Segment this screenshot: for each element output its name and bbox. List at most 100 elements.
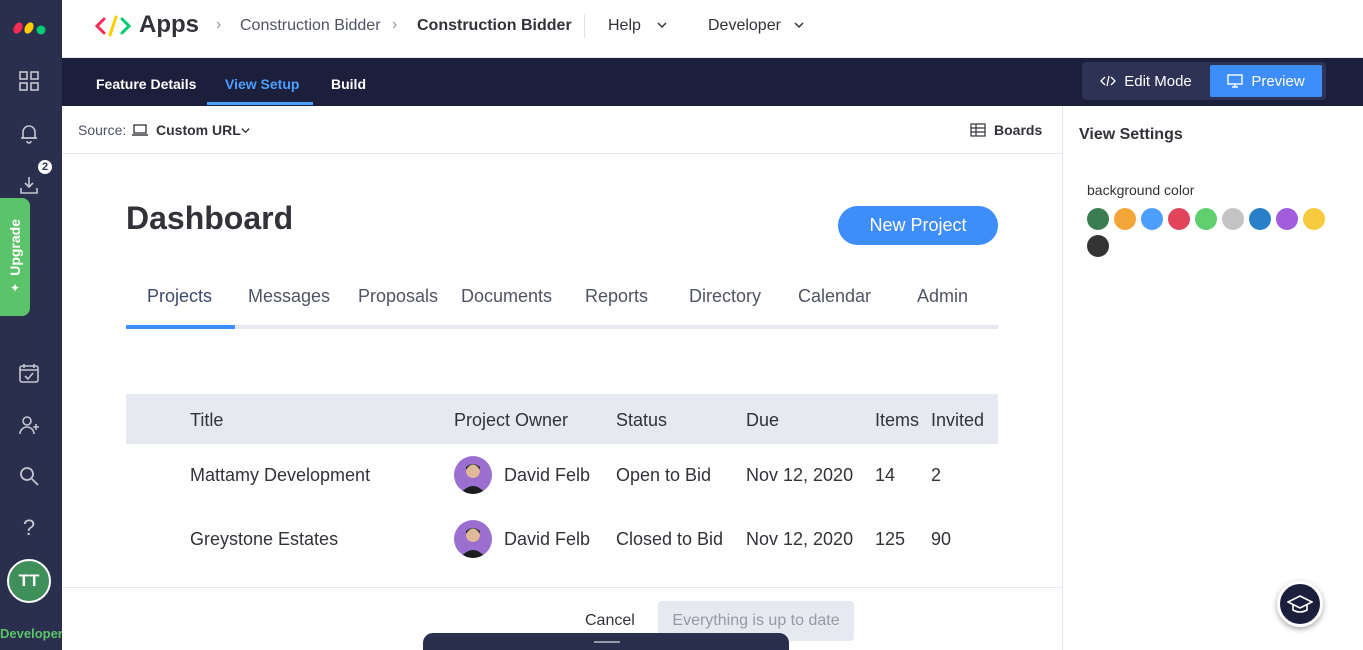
tab-projects[interactable]: Projects (147, 286, 212, 307)
breadcrumb-item[interactable]: Construction Bidder (240, 17, 381, 35)
column-header[interactable]: Title (190, 410, 223, 431)
left-rail: 2 Upgrade ✦ ? TT Developer (0, 0, 63, 650)
upgrade-label: Upgrade (7, 218, 23, 276)
tab-proposals[interactable]: Proposals (358, 286, 438, 307)
help-menu[interactable]: Help (608, 17, 641, 35)
tab-calendar[interactable]: Calendar (798, 286, 871, 307)
graduation-cap-icon (1287, 595, 1313, 613)
edit-mode-button[interactable]: Edit Mode (1086, 65, 1206, 97)
tab-admin[interactable]: Admin (917, 286, 968, 307)
color-swatch[interactable] (1087, 208, 1109, 230)
breadcrumb-chevron-icon: › (216, 16, 222, 33)
source-label: Source: (78, 122, 127, 138)
cell-due: Nov 12, 2020 (746, 465, 854, 485)
top-bar: Apps › Construction Bidder › Constructio… (62, 0, 1363, 58)
tab-messages[interactable]: Messages (248, 286, 330, 307)
owner-avatar (454, 520, 492, 558)
new-project-button[interactable]: New Project (838, 206, 998, 245)
column-header[interactable]: Items (875, 410, 919, 431)
color-swatch[interactable] (1303, 208, 1325, 230)
bottom-drawer-handle[interactable] (423, 633, 789, 650)
mode-toggle: Edit Mode Preview (1082, 62, 1326, 100)
apps-title[interactable]: Apps (139, 11, 199, 39)
column-header[interactable]: Invited (931, 410, 984, 431)
tab-directory[interactable]: Directory (689, 286, 761, 307)
cell-items: 14 (875, 465, 896, 485)
app-preview: Dashboard New Project Projects Messages … (62, 154, 1062, 587)
learn-button[interactable] (1277, 581, 1323, 627)
search-icon[interactable] (17, 464, 41, 488)
download-count-badge: 2 (37, 159, 53, 175)
apps-code-icon (94, 15, 132, 37)
tab-reports[interactable]: Reports (585, 286, 648, 307)
grid-icon[interactable] (17, 69, 41, 93)
cell-items: 125 (875, 529, 906, 549)
monday-logo[interactable] (12, 14, 48, 36)
tab-documents[interactable]: Documents (461, 286, 552, 307)
table-row[interactable]: Greystone Estates David Felb Closed to B… (126, 508, 998, 572)
view-settings-panel: View Settings background color (1062, 106, 1363, 650)
page-title: Dashboard (126, 200, 294, 236)
cell-title: Greystone Estates (190, 529, 339, 549)
developer-menu[interactable]: Developer (708, 17, 781, 35)
color-swatch[interactable] (1141, 208, 1163, 230)
user-avatar[interactable]: TT (7, 559, 51, 603)
tab-build[interactable]: Build (331, 76, 366, 92)
panel-title: View Settings (1079, 126, 1183, 143)
cell-status: Closed to Bid (616, 529, 724, 549)
background-color-label: background color (1087, 182, 1195, 198)
feature-tab-bar: Feature Details View Setup Build Edit Mo… (62, 58, 1363, 106)
help-icon[interactable]: ? (17, 515, 41, 540)
drag-handle[interactable] (594, 641, 620, 643)
sparkle-icon: ✦ (9, 281, 21, 296)
color-swatch[interactable] (1195, 208, 1217, 230)
calendar-check-icon[interactable] (17, 361, 41, 385)
table-header: Title Project Owner Status Due Items Inv… (126, 394, 998, 444)
color-swatch[interactable] (1114, 208, 1136, 230)
bell-icon[interactable] (17, 121, 41, 145)
column-header[interactable]: Status (616, 410, 667, 431)
chevron-down-icon[interactable] (793, 19, 805, 31)
edit-mode-label: Edit Mode (1124, 72, 1192, 90)
footer-bar: Cancel Everything is up to date (62, 587, 1062, 650)
cell-owner: David Felb (504, 529, 591, 549)
add-person-icon[interactable] (17, 413, 41, 437)
table-icon (970, 123, 986, 137)
preview-label: Preview (1251, 72, 1305, 90)
owner-avatar (454, 456, 492, 494)
column-header[interactable]: Project Owner (454, 410, 568, 431)
chevron-down-icon[interactable] (240, 125, 251, 136)
tab-view-setup[interactable]: View Setup (225, 76, 299, 92)
color-swatch[interactable] (1249, 208, 1271, 230)
cell-owner: David Felb (504, 465, 591, 485)
table-row[interactable]: Mattamy Development David Felb Open to B… (126, 444, 998, 508)
source-bar: Source: Custom URL Boards (62, 106, 1062, 154)
breadcrumb-chevron-icon: › (392, 16, 398, 33)
upgrade-button[interactable]: Upgrade ✦ (0, 198, 30, 316)
laptop-icon (132, 124, 148, 136)
breadcrumb-current: Construction Bidder (417, 17, 572, 34)
cell-due: Nov 12, 2020 (746, 529, 854, 549)
cancel-button[interactable]: Cancel (585, 612, 635, 630)
source-select[interactable]: Custom URL (156, 122, 241, 138)
boards-button[interactable]: Boards (994, 122, 1042, 138)
code-icon (1100, 75, 1117, 87)
preview-button[interactable]: Preview (1210, 65, 1322, 97)
color-swatch[interactable] (1087, 235, 1109, 257)
active-tab-indicator (207, 102, 313, 105)
cell-invited: 2 (931, 465, 942, 485)
tabs-baseline (126, 325, 998, 329)
monitor-icon (1227, 74, 1244, 88)
color-swatch[interactable] (1276, 208, 1298, 230)
color-swatch[interactable] (1168, 208, 1190, 230)
cell-invited: 90 (931, 529, 952, 549)
cell-status: Open to Bid (616, 465, 712, 485)
cell-title: Mattamy Development (190, 465, 371, 485)
developer-label: Developer (0, 626, 63, 641)
chevron-down-icon[interactable] (656, 19, 668, 31)
color-swatch[interactable] (1222, 208, 1244, 230)
divider (584, 14, 585, 38)
tab-feature-details[interactable]: Feature Details (96, 76, 196, 92)
column-header[interactable]: Due (746, 410, 779, 431)
download-icon[interactable] (17, 173, 41, 197)
